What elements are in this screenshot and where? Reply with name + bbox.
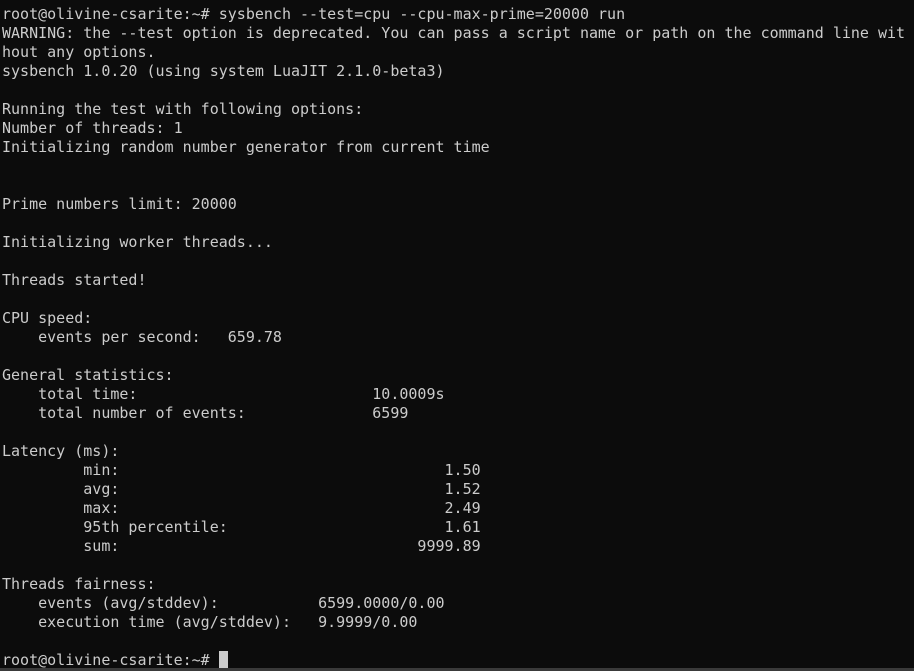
terminal-line: Threads started! [2,271,147,289]
cursor [218,651,228,668]
terminal-line: Number of threads: 1 [2,119,183,137]
terminal-line: Initializing worker threads... [2,233,273,251]
terminal-line: sum: 9999.89 [2,537,481,555]
terminal-line: Initializing random number generator fro… [2,138,490,156]
terminal-line: min: 1.50 [2,461,481,479]
prompt: root@olivine-csarite:~# [2,651,219,669]
terminal-line: Prime numbers limit: 20000 [2,195,237,213]
terminal-line: Threads fairness: [2,575,156,593]
terminal-line: avg: 1.52 [2,480,481,498]
terminal-line: 95th percentile: 1.61 [2,518,481,536]
terminal-line: General statistics: [2,366,174,384]
terminal-line: execution time (avg/stddev): 9.9999/0.00 [2,613,418,631]
terminal-line: max: 2.49 [2,499,481,517]
terminal-line: events per second: 659.78 [2,328,282,346]
terminal-line: events (avg/stddev): 6599.0000/0.00 [2,594,445,612]
terminal-line: CPU speed: [2,309,93,327]
terminal-line: Latency (ms): [2,442,120,460]
terminal-line: total time: 10.0009s [2,385,445,403]
terminal-output[interactable]: root@olivine-csarite:~# sysbench --test=… [2,5,914,670]
terminal-line: hout any options. [2,43,156,61]
terminal-line: root@olivine-csarite:~# sysbench --test=… [2,5,626,23]
terminal-line: WARNING: the --test option is deprecated… [2,24,906,42]
terminal-line: Running the test with following options: [2,100,364,118]
terminal-line: total number of events: 6599 [2,404,409,422]
terminal-line: sysbench 1.0.20 (using system LuaJIT 2.1… [2,62,445,80]
